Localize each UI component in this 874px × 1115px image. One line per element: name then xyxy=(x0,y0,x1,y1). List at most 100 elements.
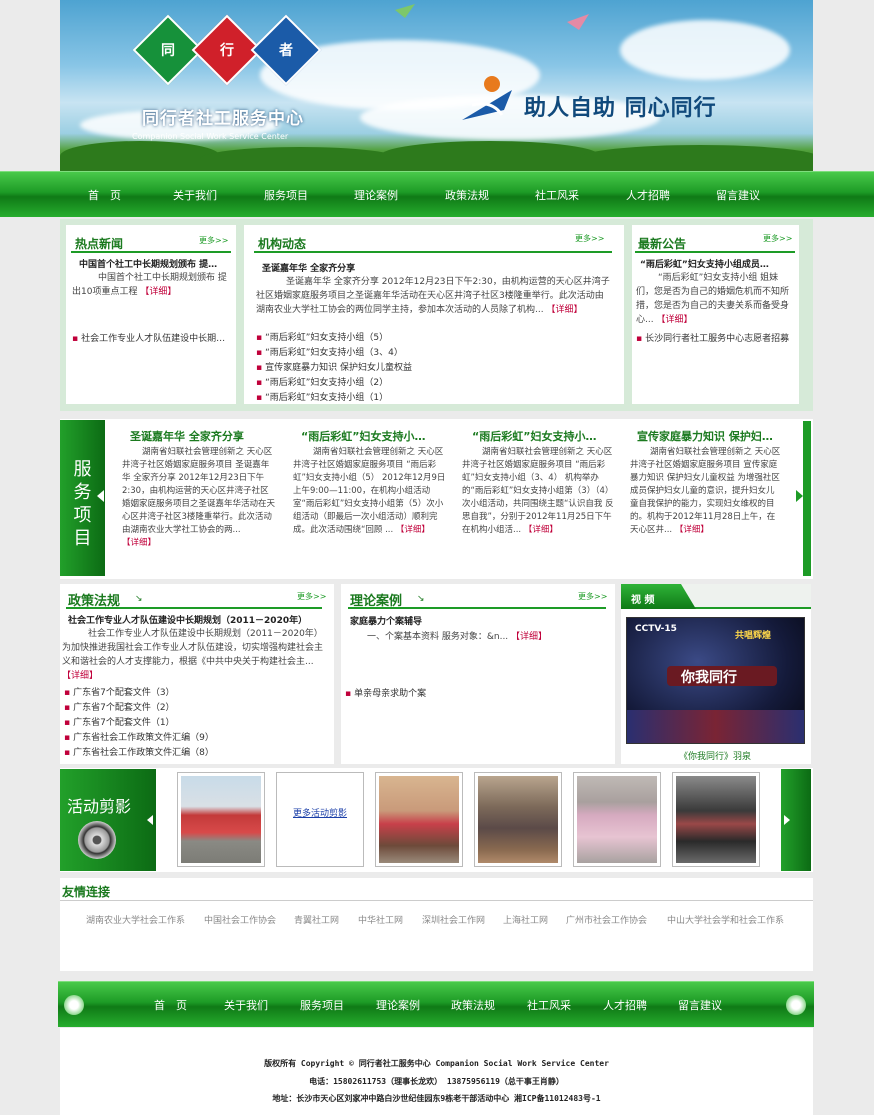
list-item[interactable]: 长沙同行者社工服务中心志愿者招募 xyxy=(636,331,789,344)
gallery-next-icon[interactable] xyxy=(784,815,790,825)
slogan: 助人自助 同心同行 xyxy=(524,96,717,121)
org-news-summary: 圣诞嘉年华 全家齐分享 2012年12月23日下午2:30，由机构运营的天心区井… xyxy=(256,277,610,315)
service-card-title[interactable]: 圣诞嘉年华 全家齐分享 xyxy=(130,428,244,444)
list-item[interactable]: 广东省7个配套文件（2） xyxy=(64,700,174,713)
nav-jobs[interactable]: 人才招聘 xyxy=(626,172,670,217)
logo-name-en: Companion Social Work Service Center xyxy=(132,132,289,141)
nav-cases[interactable]: 理论案例 xyxy=(354,172,398,217)
friend-link[interactable]: 上海社工网 xyxy=(503,913,548,926)
arrow-right-icon[interactable] xyxy=(796,490,803,502)
cases-more-link[interactable]: 更多>> xyxy=(578,591,607,602)
friend-link[interactable]: 中国社会工作协会 xyxy=(204,913,276,926)
footer-nav-home[interactable]: 首 页 xyxy=(154,982,187,1027)
friend-link[interactable]: 中华社工网 xyxy=(358,913,403,926)
services-right-bar xyxy=(803,421,811,576)
cases-headline[interactable]: 家庭暴力个案辅导 xyxy=(350,614,422,627)
friend-link[interactable]: 青翼社工网 xyxy=(294,913,339,926)
nav-services[interactable]: 服务项目 xyxy=(264,172,308,217)
arrow-left-icon[interactable] xyxy=(97,490,104,502)
nav-message[interactable]: 留言建议 xyxy=(716,172,760,217)
footer-nav-cases[interactable]: 理论案例 xyxy=(376,982,420,1027)
video-player[interactable]: CCTV-15 共唱辉煌 你我同行 xyxy=(626,617,805,744)
arrow-icon: ↘ xyxy=(135,594,143,604)
notice-summary: “雨后彩虹”妇女支持小组 姐妹们，您是否为自己的婚姻危机而不知所措，您是否为自己… xyxy=(636,273,790,325)
friend-link[interactable]: 湖南农业大学社会工作系 xyxy=(86,913,185,926)
list-item[interactable]: 广东省7个配套文件（3） xyxy=(64,685,174,698)
gallery-photo[interactable] xyxy=(573,772,661,867)
list-item[interactable]: “雨后彩虹”妇女支持小组（5） xyxy=(256,330,388,343)
service-card-text: 湖南省妇联社会管理创新之 天心区井湾子社区婚姻家庭服务项目 “雨后彩虹”妇女支持… xyxy=(293,447,446,535)
friend-link[interactable]: 中山大学社会学和社会工作系 xyxy=(667,913,784,926)
video-title: 视 频 xyxy=(631,595,655,606)
gallery-prev-icon[interactable] xyxy=(147,815,153,825)
footer-nav-message[interactable]: 留言建议 xyxy=(678,982,722,1027)
list-item[interactable]: 宣传家庭暴力知识 保护妇女儿童权益 xyxy=(256,360,412,373)
policy-headline[interactable]: 社会工作专业人才队伍建设中长期规划（2011－2020年） xyxy=(68,613,307,626)
list-item[interactable]: 广东省社会工作政策文件汇编（9） xyxy=(64,730,214,743)
hot-news-headline[interactable]: 中国首个社工中长期规划颁布 提… xyxy=(79,257,217,270)
runner-logo-icon xyxy=(462,76,512,120)
service-card-text: 湖南省妇联社会管理创新之 天心区井湾子社区婚姻家庭服务项目 “雨后彩虹”妇女支持… xyxy=(462,447,614,535)
gallery-more-box[interactable]: 更多活动剪影 xyxy=(276,772,364,867)
friends-panel: 友情连接 湖南农业大学社会工作系 中国社会工作协会 青翼社工网 中华社工网 深圳… xyxy=(60,878,813,971)
list-item[interactable]: “雨后彩虹”妇女支持小组（3、4） xyxy=(256,345,403,358)
friend-link[interactable]: 深圳社会工作网 xyxy=(422,913,485,926)
gallery-label: 活动剪影 xyxy=(67,797,132,816)
service-card-title[interactable]: 宣传家庭暴力知识 保护妇… xyxy=(637,428,773,444)
video-caption[interactable]: 《你我同行》羽泉 xyxy=(679,749,751,762)
service-card: “雨后彩虹”妇女支持小… 湖南省妇联社会管理创新之 天心区井湾子社区婚姻家庭服务… xyxy=(462,428,617,568)
main-nav: 首 页 关于我们 服务项目 理论案例 政策法规 社工风采 人才招聘 留言建议 xyxy=(0,171,874,217)
footer: 版权所有 Copyright © 同行者社工服务中心 Companion Soc… xyxy=(60,1028,813,1115)
friend-link[interactable]: 广州市社会工作协会 xyxy=(566,913,647,926)
org-news-title: 机构动态 xyxy=(258,237,307,251)
footer-nav-services[interactable]: 服务项目 xyxy=(300,982,344,1027)
detail-link[interactable]: 【详细】 xyxy=(396,525,430,535)
list-item[interactable]: “雨后彩虹”妇女支持小组（1） xyxy=(256,390,388,403)
service-card-title[interactable]: “雨后彩虹”妇女支持小… xyxy=(301,428,425,444)
org-news-headline[interactable]: 圣诞嘉年华 全家齐分享 xyxy=(262,261,355,274)
detail-link[interactable]: 【详细】 xyxy=(656,315,692,325)
service-card-title[interactable]: “雨后彩虹”妇女支持小… xyxy=(472,428,596,444)
footer-nav-about[interactable]: 关于我们 xyxy=(224,982,268,1027)
detail-link[interactable]: 【详细】 xyxy=(140,287,176,297)
bird-icon xyxy=(395,4,415,18)
gallery-photo[interactable] xyxy=(672,772,760,867)
nav-about[interactable]: 关于我们 xyxy=(173,172,217,217)
tv-logo: CCTV-15 xyxy=(635,624,677,634)
footer-nav-jobs[interactable]: 人才招聘 xyxy=(603,982,647,1027)
notice-more-link[interactable]: 更多>> xyxy=(763,233,792,244)
policy-more-link[interactable]: 更多>> xyxy=(297,591,326,602)
footer-nav-policy[interactable]: 政策法规 xyxy=(451,982,495,1027)
list-item[interactable]: 社会工作专业人才队伍建设中长期… xyxy=(72,331,225,344)
service-card-text: 湖南省妇联社会管理创新之 天心区井湾子社区婚姻家庭服务项目 宣传家庭暴力知识 保… xyxy=(630,447,781,535)
nav-policy[interactable]: 政策法规 xyxy=(445,172,489,217)
gallery-label-box: 活动剪影 xyxy=(60,769,156,871)
detail-link[interactable]: 【详细】 xyxy=(62,671,98,681)
detail-link[interactable]: 【详细】 xyxy=(511,632,547,642)
org-news-panel: 机构动态 更多>> 圣诞嘉年华 全家齐分享 圣诞嘉年华 全家齐分享 2012年1… xyxy=(244,225,624,404)
gallery-photo[interactable] xyxy=(474,772,562,867)
notice-headline[interactable]: “雨后彩虹”妇女支持小组成员… xyxy=(640,257,769,270)
detail-link[interactable]: 【详细】 xyxy=(524,525,558,535)
service-card: 圣诞嘉年华 全家齐分享 湖南省妇联社会管理创新之 天心区井湾子社区婚姻家庭服务项… xyxy=(122,428,277,568)
list-item[interactable]: 广东省社会工作政策文件汇编（8） xyxy=(64,745,214,758)
hot-news-more-link[interactable]: 更多>> xyxy=(199,235,228,246)
hot-news-title: 热点新闻 xyxy=(75,237,124,251)
nav-style[interactable]: 社工风采 xyxy=(535,172,579,217)
detail-link[interactable]: 【详细】 xyxy=(122,538,156,548)
footer-phone: 电话：15802611753（理事长龙欢） 13875956119（总干事王肖静… xyxy=(309,1077,564,1086)
detail-link[interactable]: 【详细】 xyxy=(546,305,582,315)
notice-title: 最新公告 xyxy=(638,237,687,251)
list-item[interactable]: “雨后彩虹”妇女支持小组（2） xyxy=(256,375,388,388)
hot-news-panel: 热点新闻 更多>> 中国首个社工中长期规划颁布 提… 中国首个社工中长期规划颁布… xyxy=(66,225,236,404)
detail-link[interactable]: 【详细】 xyxy=(675,525,709,535)
gallery-photo[interactable] xyxy=(375,772,463,867)
policy-summary: 社会工作专业人才队伍建设中长期规划（2011－2020年） 为加快推进我国社会工… xyxy=(62,629,324,681)
video-panel: 视 频 CCTV-15 共唱辉煌 你我同行 《你我同行》羽泉 xyxy=(621,584,811,764)
list-item[interactable]: 单亲母亲求助个案 xyxy=(345,686,426,699)
nav-home[interactable]: 首 页 xyxy=(88,172,121,217)
footer-nav-style[interactable]: 社工风采 xyxy=(527,982,571,1027)
org-news-more-link[interactable]: 更多>> xyxy=(575,233,604,244)
gallery-photo[interactable] xyxy=(177,772,265,867)
list-item[interactable]: 广东省7个配套文件（1） xyxy=(64,715,174,728)
